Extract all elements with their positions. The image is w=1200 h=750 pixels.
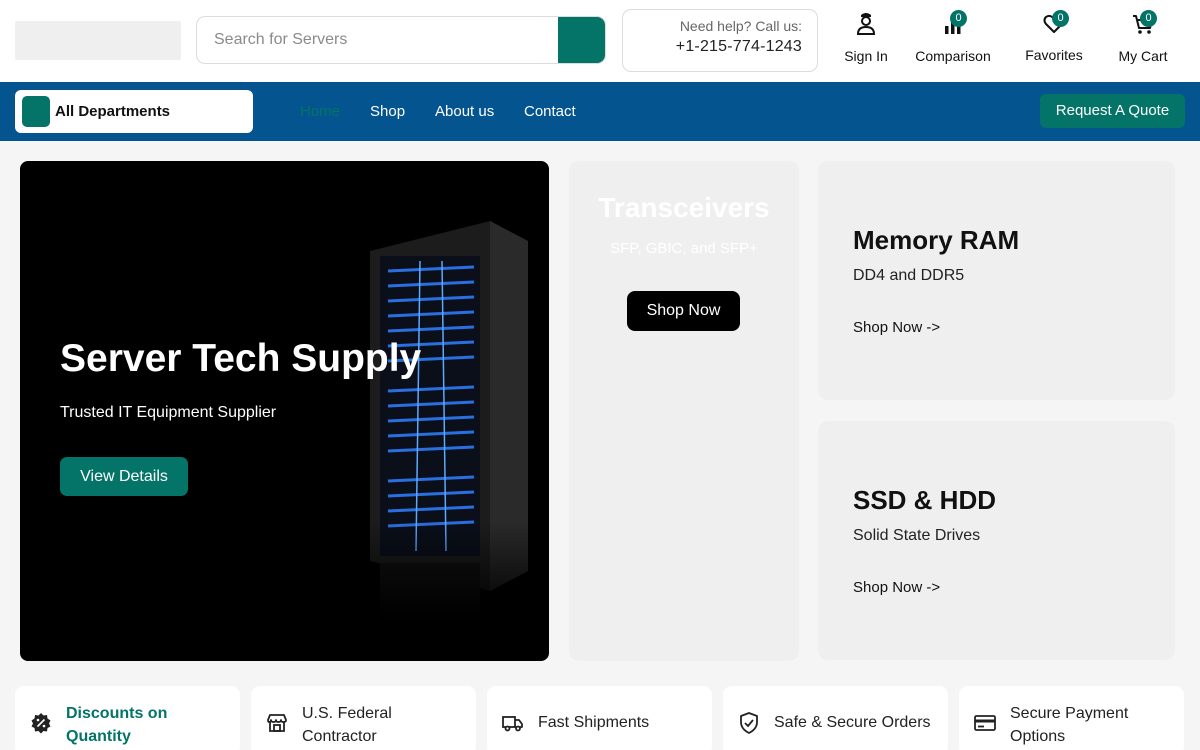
feature-text: Fast Shipments xyxy=(538,714,650,731)
transceivers-card: Transceivers SFP, GBIC, and SFP+ Shop No… xyxy=(569,161,799,661)
ssd-hdd-title: SSD & HDD xyxy=(853,485,997,515)
nav-link-about[interactable]: About us xyxy=(435,103,494,120)
feature-text: Safe & Secure Orders xyxy=(774,714,931,731)
request-quote-button[interactable]: Request A Quote xyxy=(1040,94,1185,128)
memory-ram-card: Memory RAM DD4 and DDR5 Shop Now -> xyxy=(818,161,1175,400)
transceivers-shop-now-button[interactable]: Shop Now xyxy=(627,291,740,331)
server-rack-image xyxy=(370,221,530,621)
hero-banner: Server Tech Supply Trusted IT Equipment … xyxy=(20,161,549,661)
search-bar xyxy=(196,16,606,64)
all-departments-button[interactable]: All Departments xyxy=(15,90,253,133)
feature-text: Secure Payment Options xyxy=(1010,702,1180,748)
help-label: Need help? Call us: xyxy=(679,18,802,34)
bar-chart-icon: 0 xyxy=(910,10,996,38)
shield-check-icon xyxy=(737,711,761,740)
view-details-button[interactable]: View Details xyxy=(60,457,188,496)
user-icon xyxy=(836,12,896,38)
ssd-hdd-subtitle: Solid State Drives xyxy=(853,527,981,544)
departments-icon xyxy=(22,96,50,127)
credit-card-icon xyxy=(973,711,997,740)
feature-safe-orders: Safe & Secure Orders xyxy=(723,686,948,750)
feature-line-1: Discounts on xyxy=(66,705,168,722)
nav-link-home[interactable]: Home xyxy=(300,103,340,120)
nav-link-shop[interactable]: Shop xyxy=(370,103,405,120)
favorites-label: Favorites xyxy=(1025,47,1083,63)
ssd-hdd-card: SSD & HDD Solid State Drives Shop Now -> xyxy=(818,421,1175,660)
main-nav: All Departments Home Shop About us Conta… xyxy=(0,82,1200,141)
site-logo[interactable] xyxy=(15,21,181,60)
comparison-button[interactable]: 0 Comparison xyxy=(910,10,996,64)
feature-secure-payment: Secure Payment Options xyxy=(959,686,1184,750)
ssd-hdd-shop-now-link[interactable]: Shop Now -> xyxy=(853,579,940,596)
cart-icon: 0 xyxy=(1112,10,1174,38)
sign-in-button[interactable]: Sign In xyxy=(836,12,896,64)
help-phone-number[interactable]: +1-215-774-1243 xyxy=(623,38,802,56)
transceivers-subtitle: SFP, GBIC, and SFP+ xyxy=(610,240,758,257)
store-icon xyxy=(265,711,289,740)
nav-link-contact[interactable]: Contact xyxy=(524,103,576,120)
feature-federal-contractor: U.S. Federal Contractor xyxy=(251,686,476,750)
all-departments-label: All Departments xyxy=(55,103,171,120)
favorites-button[interactable]: 0 Favorites xyxy=(1021,10,1087,63)
hero-subtitle: Trusted IT Equipment Supplier xyxy=(60,404,277,421)
comparison-label: Comparison xyxy=(915,48,991,64)
feature-line-1: U.S. Federal xyxy=(302,705,392,722)
memory-ram-subtitle: DD4 and DDR5 xyxy=(853,267,965,284)
help-box: Need help? Call us: +1-215-774-1243 xyxy=(622,9,818,72)
feature-fast-shipments: Fast Shipments xyxy=(487,686,712,750)
site-header: Need help? Call us: +1-215-774-1243 Sign… xyxy=(0,0,1200,82)
search-input[interactable] xyxy=(197,17,559,63)
sign-in-label: Sign In xyxy=(844,48,888,64)
memory-ram-shop-now-link[interactable]: Shop Now -> xyxy=(853,319,940,336)
my-cart-label: My Cart xyxy=(1118,48,1168,64)
my-cart-button[interactable]: 0 My Cart xyxy=(1112,10,1174,64)
feature-line-2: Contractor xyxy=(302,728,377,745)
feature-line-1: Secure Payment xyxy=(1010,705,1129,722)
feature-text: U.S. Federal Contractor xyxy=(302,702,472,748)
feature-line-2: Options xyxy=(1010,728,1066,745)
hero-title: Server Tech Supply xyxy=(60,337,422,380)
memory-ram-title: Memory RAM xyxy=(853,225,1020,255)
comparison-count-badge: 0 xyxy=(950,10,967,27)
feature-line-2: Quantity xyxy=(66,728,131,745)
feature-text: Discounts on Quantity xyxy=(66,702,236,748)
heart-icon: 0 xyxy=(1021,10,1087,38)
truck-icon xyxy=(501,711,525,740)
feature-discounts: Discounts on Quantity xyxy=(15,686,240,750)
cart-count-badge: 0 xyxy=(1140,10,1157,27)
favorites-count-badge: 0 xyxy=(1052,10,1069,27)
discount-badge-icon xyxy=(29,711,53,740)
transceivers-title: Transceivers xyxy=(598,192,770,223)
search-button[interactable] xyxy=(558,17,605,63)
